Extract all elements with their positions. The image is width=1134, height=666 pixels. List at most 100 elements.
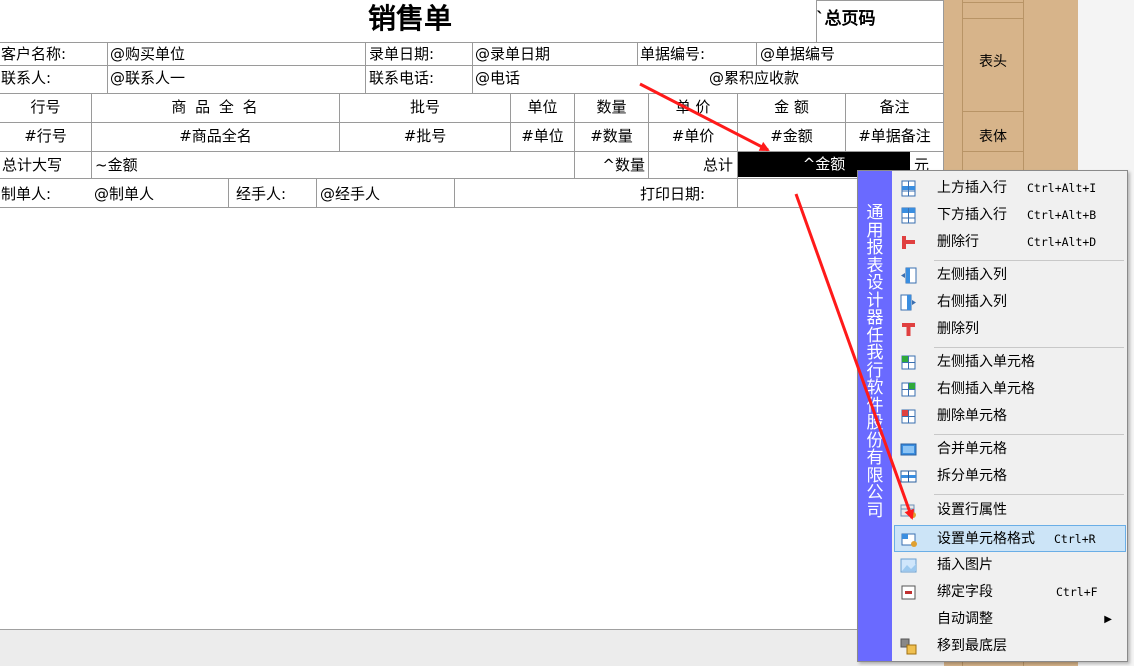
col-header-row-no[interactable]: 行号 (0, 97, 91, 117)
entry-date-label[interactable]: 录单日期: (369, 44, 434, 64)
menu-item-send-to-back[interactable]: 移到最底层 (894, 633, 1126, 660)
menu-item-cell-format[interactable]: 设置单元格格式 Ctrl+R (894, 525, 1126, 552)
col-header-qty[interactable]: 数量 (575, 97, 648, 117)
menu-item-label: 下方插入行 (937, 207, 1007, 223)
menu-item-label: 插入图片 (937, 557, 993, 573)
bind-field-icon (901, 585, 916, 600)
menu-separator (934, 347, 1124, 348)
band-divider (962, 111, 1024, 112)
customer-label[interactable]: 客户名称: (1, 44, 66, 64)
body-field-price[interactable]: #单价 (649, 126, 737, 146)
insert-cell-right-icon (901, 382, 916, 397)
grid-line (107, 42, 108, 93)
menu-item-split-cells[interactable]: 拆分单元格 (894, 463, 1126, 490)
menu-item-label: 左侧插入列 (937, 267, 1007, 283)
grid-line (228, 178, 229, 207)
phone-label[interactable]: 联系电话: (369, 68, 434, 88)
menu-item-bind-field[interactable]: 绑定字段 Ctrl+F (894, 579, 1126, 606)
report-title[interactable]: 销售单 (340, 2, 480, 36)
maker-field[interactable]: @制单人 (94, 184, 154, 204)
context-menu[interactable]: 通用报表设计器 任我行软件股份有限公司 上方插入行 Ctrl+Alt+I 下方插… (857, 170, 1128, 662)
delete-cell-icon (901, 409, 916, 424)
band-divider (962, 18, 1024, 19)
menu-item-label: 自动调整 (937, 611, 993, 627)
contact-label[interactable]: 联系人: (1, 68, 51, 88)
bill-number-field[interactable]: @单据编号 (760, 44, 835, 64)
total-uppercase-label[interactable]: 总计大写 (2, 155, 62, 175)
menu-side-title: 通用报表设计器 任我行软件股份有限公司 (866, 203, 884, 521)
grid-line (472, 42, 473, 93)
menu-separator (934, 260, 1124, 261)
total-uppercase-field[interactable]: ~金额 (95, 155, 138, 175)
menu-item-label: 设置单元格格式 (937, 531, 1035, 547)
body-field-amount[interactable]: #金额 (738, 126, 845, 146)
menu-item-insert-col-right[interactable]: 右侧插入列 (894, 289, 1126, 316)
menu-item-insert-row-below[interactable]: 下方插入行 Ctrl+Alt+B (894, 202, 1126, 229)
total-qty-field[interactable]: ^数量 (575, 155, 645, 175)
horizontal-scroll-area[interactable] (0, 630, 944, 666)
body-field-unit[interactable]: #单位 (511, 126, 574, 146)
insert-col-right-icon (900, 294, 916, 311)
menu-item-label: 右侧插入列 (937, 294, 1007, 310)
insert-cell-left-icon (901, 355, 916, 370)
grid-line (637, 42, 638, 66)
phone-field[interactable]: @电话 (475, 68, 520, 88)
body-field-row-no[interactable]: #行号 (0, 126, 91, 146)
menu-item-label: 右侧插入单元格 (937, 381, 1035, 397)
body-field-product[interactable]: #商品全名 (92, 126, 339, 146)
menu-item-delete-row[interactable]: 删除行 Ctrl+Alt+D (894, 229, 1126, 256)
menu-item-shortcut: Ctrl+R (1054, 532, 1096, 546)
print-date-label[interactable]: 打印日期: (640, 184, 705, 204)
menu-item-shortcut: Ctrl+Alt+D (1027, 235, 1097, 249)
grid-line (365, 42, 366, 93)
menu-item-delete-col[interactable]: 删除列 (894, 316, 1126, 343)
menu-item-label: 合并单元格 (937, 441, 1007, 457)
col-header-amount[interactable]: 金 额 (738, 97, 845, 117)
insert-image-icon (900, 558, 917, 573)
merge-cells-icon (900, 443, 917, 456)
insert-col-left-icon (901, 267, 917, 284)
handler-label[interactable]: 经手人: (236, 184, 286, 204)
bill-number-label[interactable]: 单据编号: (640, 44, 705, 64)
col-header-product[interactable]: 商 品 全 名 (92, 97, 339, 117)
grid-line (0, 122, 944, 123)
menu-item-row-properties[interactable]: 设置行属性 (894, 497, 1126, 524)
report-sheet[interactable]: 销售单 `总页码 客户名称: @购买单位 录单日期: @录单日期 单据编号: @… (0, 0, 944, 630)
menu-item-insert-image[interactable]: 插入图片 (894, 552, 1126, 579)
col-header-price[interactable]: 单 价 (649, 97, 737, 117)
band-body-label[interactable]: 表体 (962, 127, 1024, 147)
body-field-qty[interactable]: #数量 (575, 126, 648, 146)
cell-format-icon (901, 533, 917, 547)
total-label[interactable]: 总计 (649, 155, 733, 175)
body-field-note[interactable]: #单据备注 (846, 126, 943, 146)
menu-item-insert-row-above[interactable]: 上方插入行 Ctrl+Alt+I (894, 175, 1126, 202)
menu-item-label: 删除单元格 (937, 408, 1007, 424)
menu-side-banner: 通用报表设计器 任我行软件股份有限公司 (858, 171, 892, 661)
menu-item-merge-cells[interactable]: 合并单元格 (894, 436, 1126, 463)
receivable-field[interactable]: @累积应收款 (709, 68, 799, 88)
band-divider (962, 2, 1024, 3)
maker-label[interactable]: 制单人: (1, 184, 51, 204)
page-code-field[interactable]: `总页码 (816, 4, 876, 29)
menu-item-auto-adjust[interactable]: 自动调整 ▶ (894, 606, 1126, 633)
split-cells-icon (900, 470, 917, 483)
band-header-label[interactable]: 表头 (962, 52, 1024, 72)
body-field-batch[interactable]: #批号 (340, 126, 510, 146)
col-header-note[interactable]: 备注 (846, 97, 943, 117)
entry-date-field[interactable]: @录单日期 (475, 44, 550, 64)
handler-field[interactable]: @经手人 (320, 184, 380, 204)
menu-item-label: 左侧插入单元格 (937, 354, 1035, 370)
col-header-batch[interactable]: 批号 (340, 97, 510, 117)
col-header-unit[interactable]: 单位 (511, 97, 574, 117)
menu-item-insert-cell-left[interactable]: 左侧插入单元格 (894, 349, 1126, 376)
menu-item-shortcut: Ctrl+F (1056, 585, 1098, 599)
send-to-back-icon (900, 638, 917, 655)
menu-item-delete-cell[interactable]: 删除单元格 (894, 403, 1126, 430)
menu-item-insert-col-left[interactable]: 左侧插入列 (894, 262, 1126, 289)
customer-field[interactable]: @购买单位 (110, 44, 185, 64)
menu-item-label: 删除列 (937, 321, 979, 337)
grid-line (0, 207, 944, 208)
menu-item-label: 绑定字段 (937, 584, 993, 600)
menu-item-insert-cell-right[interactable]: 右侧插入单元格 (894, 376, 1126, 403)
contact-field[interactable]: @联系人一 (110, 68, 185, 88)
